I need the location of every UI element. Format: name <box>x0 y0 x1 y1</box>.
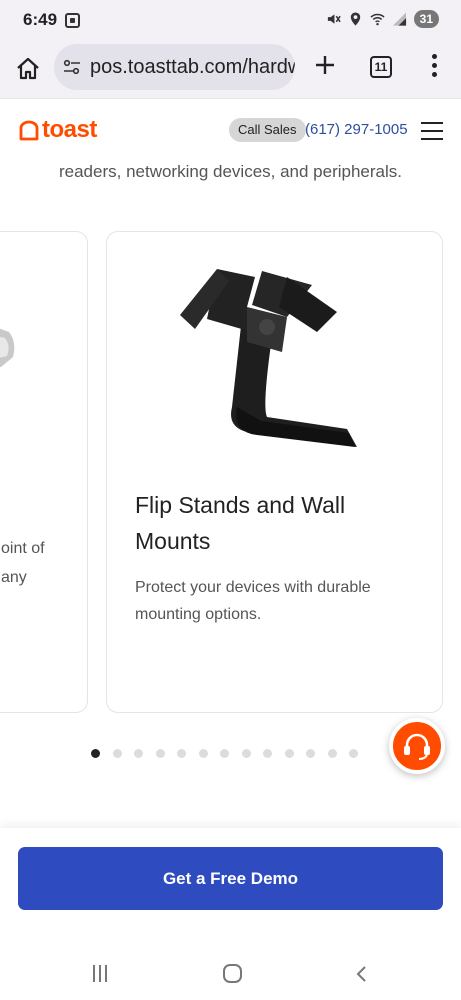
toast-logo-icon <box>19 120 39 141</box>
call-sales-button[interactable]: Call Sales <box>229 118 306 142</box>
product-card-flip-stands[interactable]: Flip Stands and Wall Mounts Protect your… <box>106 231 443 713</box>
site-header: toast Call Sales (617) 297-1005 <box>0 98 461 160</box>
url-text[interactable]: pos.toasttab.com/hardware <box>90 56 295 79</box>
intro-text: readers, networking devices, and periphe… <box>58 162 403 181</box>
phone-link[interactable]: (617) 297-1005 <box>305 121 408 138</box>
product-card-previous[interactable]: oint of any <box>0 231 88 713</box>
signal-icon <box>392 12 406 26</box>
status-icons: 31 <box>326 10 439 28</box>
screenshot-icon <box>65 13 80 28</box>
carousel-dot[interactable] <box>284 749 294 758</box>
system-nav-bar <box>0 950 461 1000</box>
recent-apps-icon[interactable] <box>93 965 111 983</box>
home-nav-icon[interactable] <box>223 964 242 983</box>
address-bar[interactable]: pos.toasttab.com/hardware <box>54 44 295 90</box>
previous-card-text-line1: oint of <box>1 540 45 557</box>
toast-logo[interactable]: toast <box>18 116 97 144</box>
carousel-dot[interactable] <box>306 749 315 758</box>
mute-icon <box>327 14 341 24</box>
previous-card-text-line2: any <box>1 569 27 586</box>
location-icon <box>350 12 360 26</box>
carousel-dot[interactable] <box>155 749 165 758</box>
sticky-cta-bar: Get a Free Demo <box>0 828 461 950</box>
browser-toolbar: pos.toasttab.com/hardware 11 <box>0 40 461 98</box>
battery-indicator: 31 <box>413 10 439 28</box>
card-title: Flip Stands and Wall Mounts <box>135 492 346 554</box>
carousel-dot[interactable] <box>198 749 208 758</box>
new-tab-icon[interactable] <box>311 51 339 79</box>
carousel-dot[interactable] <box>91 749 100 758</box>
get-free-demo-button[interactable]: Get a Free Demo <box>18 847 443 910</box>
headset-icon <box>404 733 430 760</box>
home-icon[interactable] <box>14 55 42 83</box>
overflow-menu-icon[interactable] <box>424 54 444 80</box>
flip-stand-product-image <box>180 269 357 447</box>
carousel-dot[interactable] <box>327 749 337 758</box>
logo-text: toast <box>42 116 97 143</box>
carousel-dot[interactable] <box>112 749 122 758</box>
previous-product-image <box>0 328 15 368</box>
wifi-icon <box>370 13 385 26</box>
back-icon[interactable] <box>355 965 367 983</box>
site-settings-icon[interactable] <box>63 58 81 76</box>
carousel-dot[interactable] <box>220 749 229 758</box>
carousel-dot[interactable] <box>263 749 272 758</box>
status-time: 6:49 <box>23 10 58 29</box>
status-bar: 6:49 31 <box>0 0 461 40</box>
tab-switcher-icon[interactable]: 11 <box>370 56 392 78</box>
carousel-dot[interactable] <box>177 749 186 758</box>
carousel-dot[interactable] <box>241 749 251 758</box>
hamburger-menu-icon[interactable] <box>421 122 443 140</box>
support-chat-button[interactable] <box>389 718 445 774</box>
carousel-dot[interactable] <box>349 749 358 758</box>
card-description: Protect your devices with durable mounti… <box>135 579 371 623</box>
carousel-dot[interactable] <box>134 749 143 758</box>
carousel-pagination <box>91 749 358 758</box>
